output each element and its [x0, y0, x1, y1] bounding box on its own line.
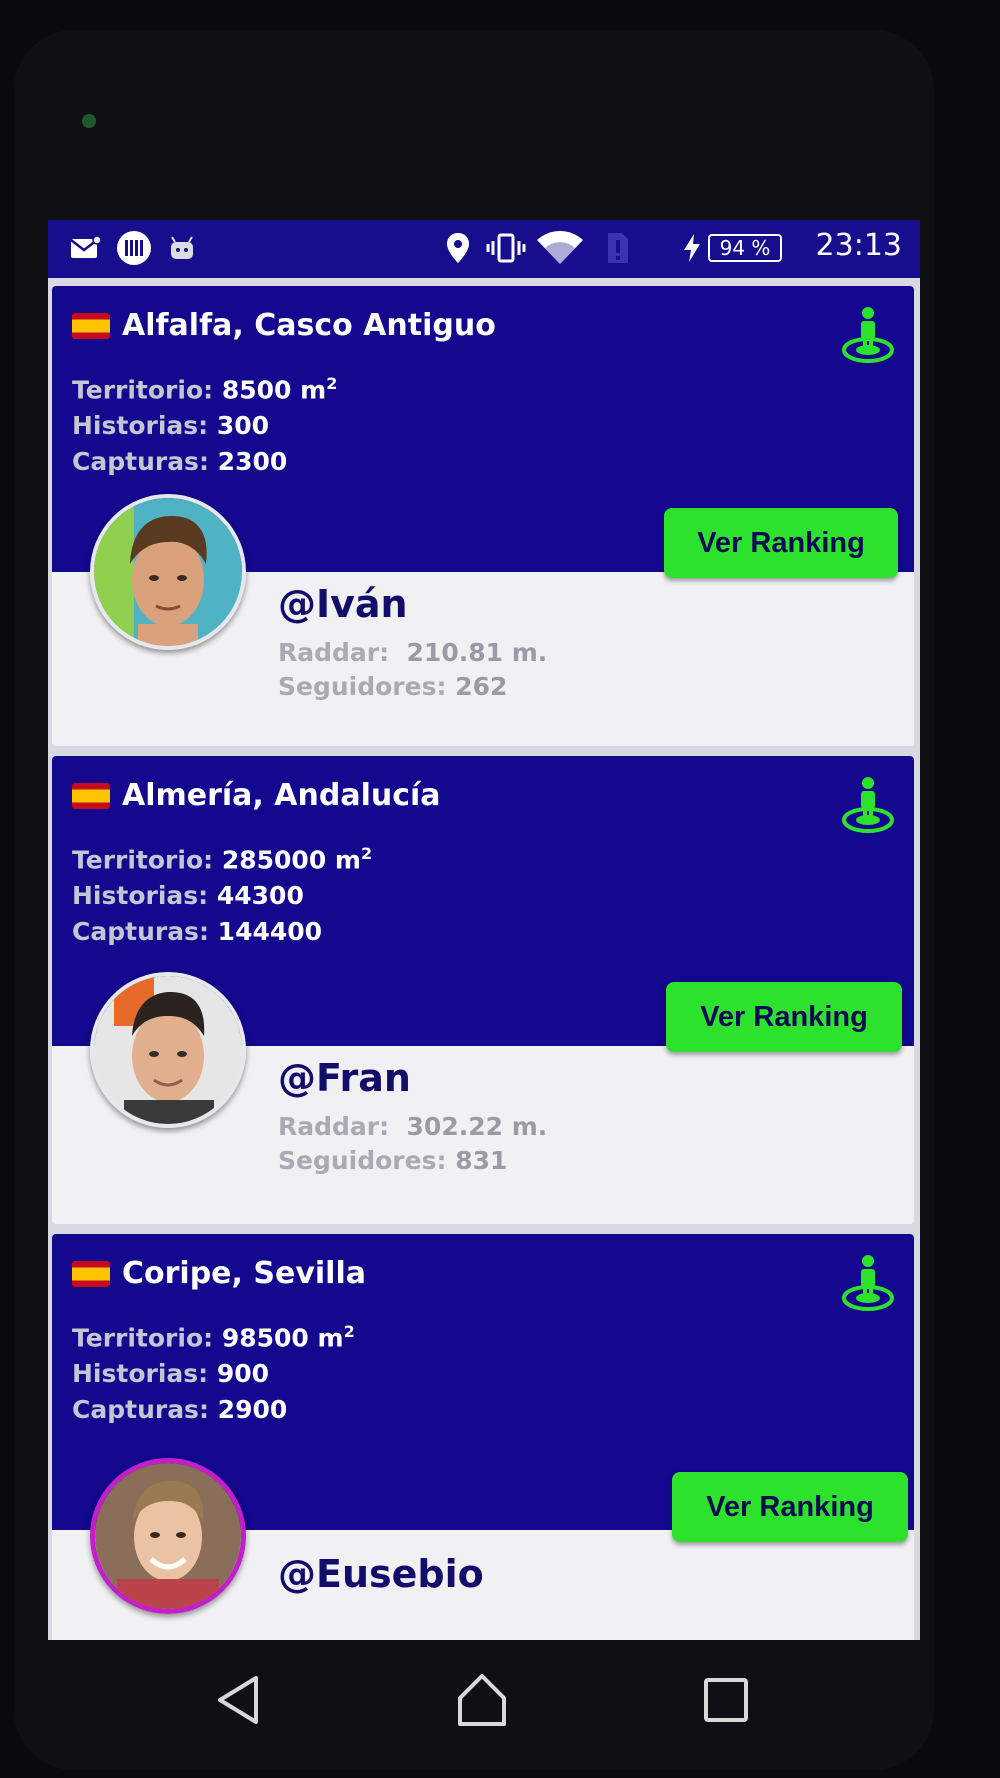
spain-flag-icon — [72, 782, 110, 809]
location-icon — [444, 231, 472, 265]
username[interactable]: @Fran — [278, 1056, 411, 1100]
capturas-value: 144400 — [217, 917, 323, 947]
mail-notification-icon — [68, 231, 104, 265]
historias-value: 44300 — [216, 881, 304, 911]
territory-card[interactable]: Coripe, Sevilla Territorio: 98500 m2 His… — [52, 1234, 914, 1640]
territorio-label: Territorio: — [72, 845, 214, 875]
capturas-label: Capturas: — [72, 1395, 209, 1425]
raddar-value: 210.81 m. — [406, 638, 548, 667]
charging-icon — [680, 231, 704, 265]
user-meta: Raddar: 210.81 m. Seguidores: 262 — [278, 636, 547, 704]
home-icon[interactable] — [452, 1670, 512, 1730]
historias-label: Historias: — [72, 881, 209, 911]
spain-flag-icon — [72, 312, 110, 339]
spain-flag-icon — [72, 1260, 110, 1287]
historias-label: Historias: — [72, 411, 209, 441]
ver-ranking-button[interactable]: Ver Ranking — [672, 1472, 908, 1542]
territory-stats: Territorio: 285000 m2 Historias: 44300 C… — [72, 836, 372, 950]
territory-card[interactable]: Almería, Andalucía Territorio: 285000 m2… — [52, 756, 914, 1224]
card-title: Almería, Andalucía — [72, 778, 441, 813]
territory-stats: Territorio: 8500 m2 Historias: 300 Captu… — [72, 366, 337, 480]
raddar-value: 302.22 m. — [406, 1112, 548, 1141]
android-icon — [166, 231, 198, 265]
avatar[interactable] — [90, 1458, 246, 1614]
territorio-unit-sup: 2 — [326, 374, 338, 393]
sim-alert-icon — [604, 231, 632, 265]
territory-name: Coripe, Sevilla — [122, 1256, 366, 1291]
territorio-label: Territorio: — [72, 1323, 214, 1353]
territory-stats: Territorio: 98500 m2 Historias: 900 Capt… — [72, 1314, 355, 1428]
raddar-label: Raddar: — [278, 1112, 390, 1141]
seguidores-label: Seguidores: — [278, 1146, 447, 1175]
territory-name: Alfalfa, Casco Antiguo — [122, 308, 496, 343]
app-notification-icon — [114, 231, 154, 265]
wifi-icon — [534, 231, 586, 265]
app-screen: 94 % 23:13 Alfalfa, Casco Antiguo Territ… — [48, 220, 920, 1640]
capturas-label: Capturas: — [72, 917, 209, 947]
card-title: Alfalfa, Casco Antiguo — [72, 308, 496, 343]
clock: 23:13 — [815, 228, 902, 263]
checkin-icon[interactable] — [840, 774, 896, 834]
territorio-value: 8500 m — [221, 375, 327, 405]
user-meta: Raddar: 302.22 m. Seguidores: 831 — [278, 1110, 547, 1178]
historias-value: 300 — [216, 411, 270, 441]
checkin-icon[interactable] — [840, 1252, 896, 1312]
vibrate-icon — [484, 231, 528, 265]
capturas-value: 2900 — [217, 1395, 288, 1425]
capturas-label: Capturas: — [72, 447, 209, 477]
territorio-value: 98500 m — [221, 1323, 344, 1353]
territorio-value: 285000 m — [221, 845, 361, 875]
seguidores-value: 262 — [455, 672, 508, 701]
status-bar: 94 % 23:13 — [48, 220, 920, 278]
ver-ranking-button[interactable]: Ver Ranking — [666, 982, 902, 1052]
territory-card[interactable]: Alfalfa, Casco Antiguo Territorio: 8500 … — [52, 286, 914, 746]
territorio-unit-sup: 2 — [343, 1322, 355, 1341]
raddar-label: Raddar: — [278, 638, 390, 667]
battery-indicator: 94 % — [708, 234, 782, 262]
capturas-value: 2300 — [217, 447, 288, 477]
territorio-label: Territorio: — [72, 375, 214, 405]
historias-label: Historias: — [72, 1359, 209, 1389]
username[interactable]: @Eusebio — [278, 1552, 484, 1596]
seguidores-label: Seguidores: — [278, 672, 447, 701]
avatar[interactable] — [90, 972, 246, 1128]
historias-value: 900 — [216, 1359, 270, 1389]
card-title: Coripe, Sevilla — [72, 1256, 366, 1291]
ver-ranking-button[interactable]: Ver Ranking — [664, 508, 898, 578]
territory-name: Almería, Andalucía — [122, 778, 441, 813]
territorio-unit-sup: 2 — [360, 844, 373, 863]
seguidores-value: 831 — [455, 1146, 508, 1175]
checkin-icon[interactable] — [840, 304, 896, 364]
android-nav-bar — [0, 1650, 1000, 1760]
front-camera — [82, 114, 96, 128]
recent-apps-icon[interactable] — [696, 1670, 756, 1730]
avatar[interactable] — [90, 494, 246, 650]
back-icon[interactable] — [210, 1670, 270, 1730]
username[interactable]: @Iván — [278, 582, 408, 626]
